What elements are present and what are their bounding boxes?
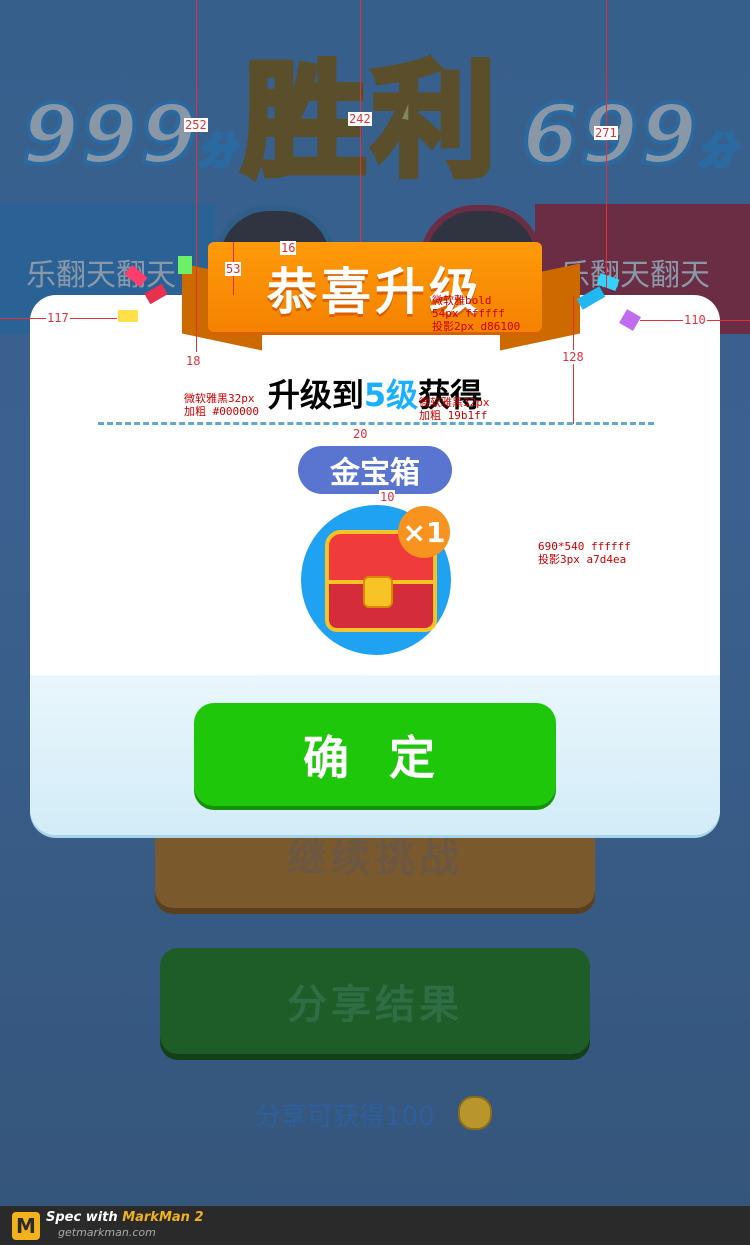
dashed-divider bbox=[98, 422, 654, 425]
spec-note-black-text: 微软雅黑32px 加粗 #000000 bbox=[184, 392, 259, 418]
confetti-piece bbox=[178, 256, 192, 274]
share-reward-text: 分享可获得100 bbox=[255, 1102, 435, 1132]
dimension-label: 271 bbox=[594, 126, 618, 140]
left-score: 999分 bbox=[20, 86, 238, 185]
spec-note-blue-text: 微软雅黑32px 加粗 19b1ff bbox=[419, 396, 490, 422]
dimension-label: 252 bbox=[184, 118, 208, 132]
upgrade-message: 升级到5级获得 bbox=[267, 376, 483, 414]
level-text: 5级 bbox=[363, 376, 419, 414]
measure-line bbox=[196, 0, 197, 352]
dimension-label: 16 bbox=[280, 241, 297, 255]
right-player-name: 乐翻天翻天 bbox=[560, 258, 710, 293]
dimension-label: 242 bbox=[348, 112, 372, 126]
markman-url: getmarkman.com bbox=[58, 1226, 156, 1239]
dimension-label: 10 bbox=[379, 490, 396, 504]
dimension-label: 18 bbox=[185, 354, 202, 368]
markman-logo-icon: M bbox=[12, 1212, 40, 1240]
dimension-label: 53 bbox=[225, 262, 242, 276]
chest-lock-icon bbox=[363, 576, 393, 608]
measure-line bbox=[606, 0, 607, 288]
spec-note-title: 微软雅bold 54px ffffff 投影2px d86100 bbox=[432, 294, 521, 333]
coin-icon bbox=[458, 1096, 492, 1130]
dimension-label: 128 bbox=[561, 350, 585, 364]
dimension-label: 117 bbox=[46, 311, 70, 325]
confetti-piece bbox=[118, 310, 138, 322]
markman-spec-text: Spec with MarkMan 2 bbox=[46, 1210, 204, 1225]
confirm-button[interactable]: 确 定 bbox=[194, 703, 556, 806]
reward-name-pill: 金宝箱 bbox=[298, 446, 452, 494]
reward-quantity-badge: ×1 bbox=[398, 506, 450, 558]
result-title: 胜利 bbox=[239, 47, 503, 197]
spec-note-dialog: 690*540 ffffff 投影3px a7d4ea bbox=[538, 540, 631, 566]
right-score: 699分 bbox=[520, 86, 738, 185]
dimension-label: 20 bbox=[352, 427, 369, 441]
dimension-label: 110 bbox=[683, 313, 707, 327]
share-result-button[interactable]: 分享结果 bbox=[160, 948, 590, 1054]
